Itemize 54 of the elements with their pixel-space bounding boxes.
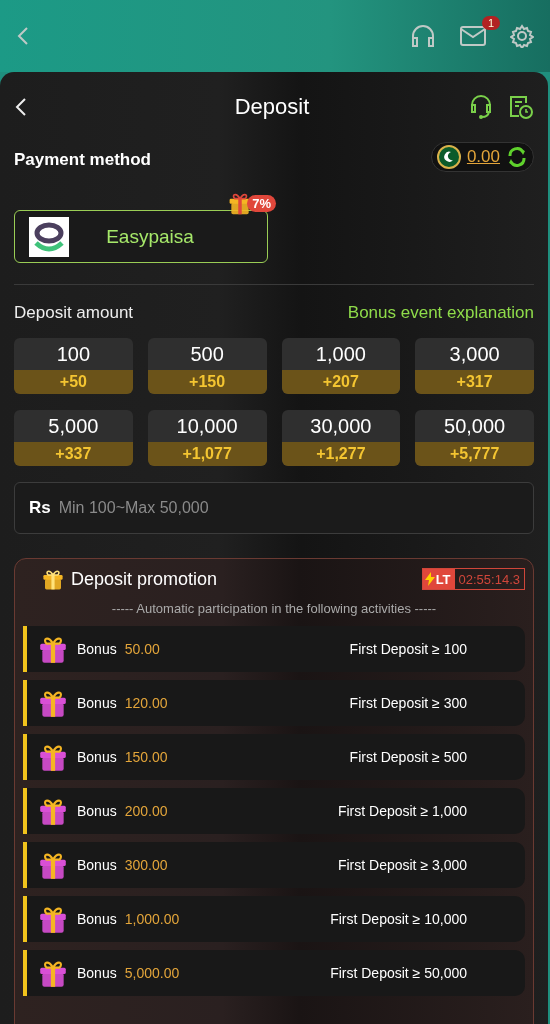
deposit-condition: First Deposit ≥ 500 (349, 749, 467, 765)
section-title: Deposit amount (14, 303, 134, 323)
amount-option[interactable]: 100 +50 (14, 338, 133, 394)
wallet-logo-icon (29, 216, 69, 257)
back-icon[interactable] (14, 96, 28, 118)
mail-icon[interactable] (460, 26, 486, 46)
promotion-title: Deposit promotion (71, 568, 219, 590)
page-title: Deposit (233, 94, 311, 120)
bonus-amount: 200.00 (124, 803, 169, 819)
deposit-condition: First Deposit ≥ 1,000 (337, 803, 467, 819)
bonus-label: Bonus (77, 803, 117, 819)
bonus-amount: 1,000.00 (124, 911, 181, 927)
amount-option[interactable]: 1,000 +207 (281, 338, 401, 394)
refresh-icon[interactable] (506, 146, 528, 168)
headphones-icon[interactable] (410, 24, 436, 48)
settings-icon[interactable] (510, 24, 534, 48)
deposit-condition: First Deposit ≥ 100 (349, 641, 467, 657)
lightning-icon (424, 572, 435, 586)
amount-option[interactable]: 50,000 +5,777 (415, 410, 534, 466)
section-title: Payment method (14, 150, 151, 170)
deposit-condition: First Deposit ≥ 10,000 (330, 911, 467, 927)
amount-option[interactable]: 3,000 +317 (415, 338, 534, 394)
bonus-badge: 7% (247, 194, 276, 212)
bonus-label: Bonus (77, 911, 117, 927)
currency-label: Rs (29, 498, 51, 518)
headset-icon[interactable] (468, 94, 494, 120)
notification-badge: 1 (481, 16, 500, 30)
amount-option[interactable]: 30,000 +1,277 (281, 410, 401, 466)
bonus-amount: 150.00 (124, 749, 169, 765)
gift-icon (41, 567, 65, 591)
deposit-condition: First Deposit ≥ 3,000 (337, 857, 467, 873)
bonus-label: Bonus (77, 641, 117, 657)
bonus-label: Bonus (77, 857, 117, 873)
amount-option[interactable]: 5,000 +337 (14, 410, 133, 466)
countdown-tag: LT 02:55:14.3 (421, 568, 525, 590)
bonus-label: Bonus (77, 965, 117, 981)
promotion-subtitle: ----- Automatic participation in the following activities ----- (110, 601, 438, 616)
deposit-condition: First Deposit ≥ 50,000 (330, 965, 467, 981)
balance-amount: 0.00 (466, 147, 500, 167)
bonus-explanation-link[interactable]: Bonus event explanation (347, 303, 534, 323)
bonus-label: Bonus (77, 695, 117, 711)
bonus-amount: 300.00 (124, 857, 169, 873)
amount-input[interactable]: Min 100~Max 50,000 (58, 499, 519, 517)
flag-icon (436, 145, 461, 169)
payment-method-button[interactable]: Easypaisa (14, 210, 268, 263)
amount-field[interactable]: Rs Min 100~Max 50,000 (14, 482, 534, 534)
bonus-amount: 5,000.00 (124, 965, 181, 981)
amount-option[interactable]: 500 +150 (147, 338, 267, 394)
amount-option[interactable]: 10,000 +1,077 (147, 410, 267, 466)
bonus-label: Bonus (77, 749, 117, 765)
bonus-amount: 120.00 (124, 695, 169, 711)
history-icon[interactable] (508, 94, 534, 120)
bonus-amount: 50.00 (124, 641, 161, 657)
deposit-condition: First Deposit ≥ 300 (349, 695, 467, 711)
